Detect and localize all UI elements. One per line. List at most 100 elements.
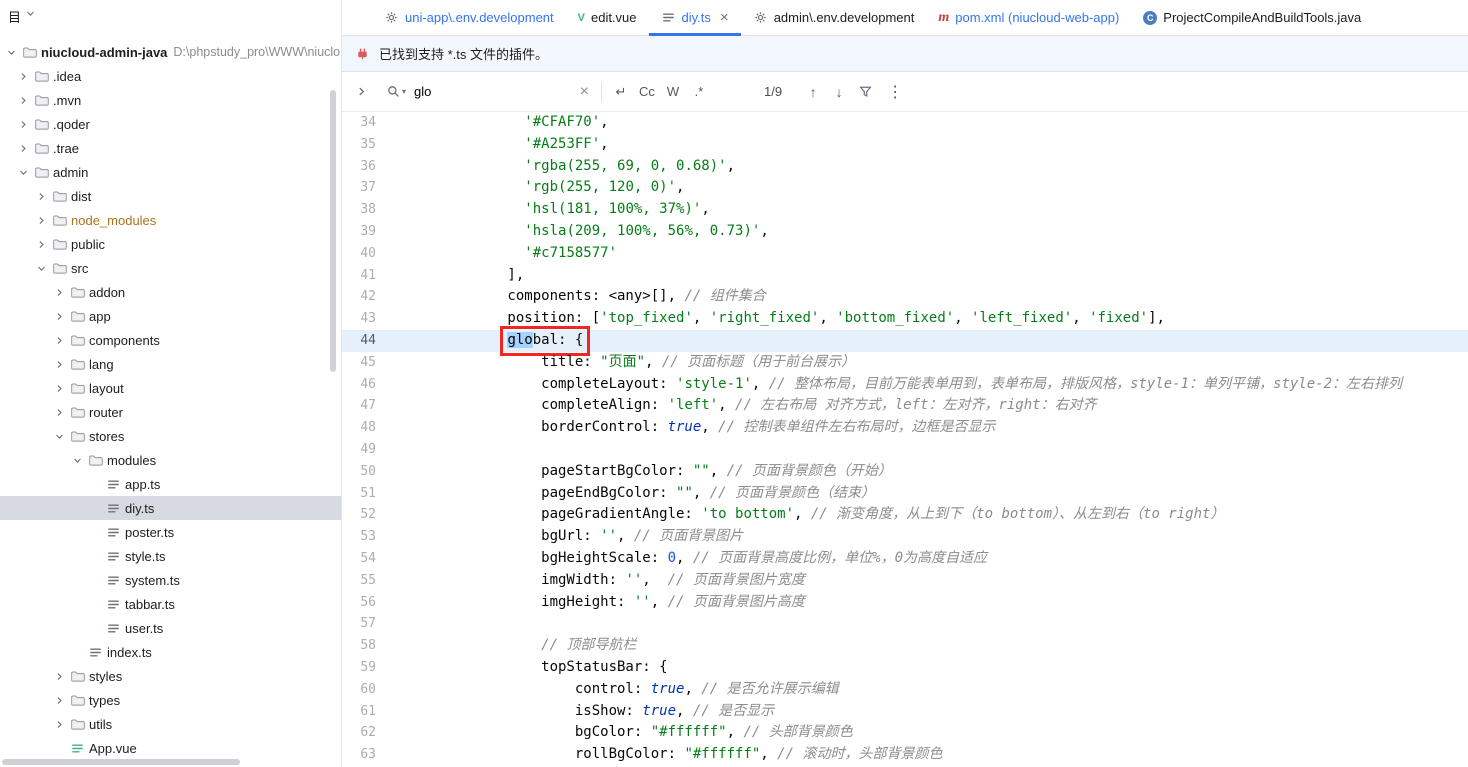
tree-item-index-ts[interactable]: index.ts (0, 640, 341, 664)
line-number: 61 (342, 701, 376, 723)
tree-item-qoder[interactable]: .qoder (0, 112, 341, 136)
code-line-41: 41 ], (342, 265, 1468, 287)
code-text: '#A253FF', (440, 134, 609, 156)
tree-item-modules[interactable]: modules (0, 448, 341, 472)
line-number: 45 (342, 352, 376, 374)
code-text: 'hsl(181, 100%, 37%)', (440, 199, 710, 221)
tree-item-public[interactable]: public (0, 232, 341, 256)
tree-item-dist[interactable]: dist (0, 184, 341, 208)
tree-item-router[interactable]: router (0, 400, 341, 424)
chevron-right-icon[interactable] (14, 70, 32, 83)
search-query-input[interactable]: glo (414, 84, 580, 99)
chevron-right-icon[interactable] (14, 118, 32, 131)
editor-tab-uni-app-env-development[interactable]: uni-app\.env.development (372, 0, 566, 35)
tree-item-src[interactable]: src (0, 256, 341, 280)
chevron-right-icon[interactable] (14, 94, 32, 107)
previous-occurrence-icon[interactable]: ↑ (802, 80, 824, 104)
chevron-right-icon[interactable] (14, 142, 32, 155)
editor-tab-diy-ts[interactable]: diy.ts× (649, 0, 741, 35)
code-text: global: { (440, 330, 583, 352)
chevron-right-icon[interactable] (50, 406, 68, 419)
code-text: // 顶部导航栏 (440, 635, 636, 657)
tree-item-node-modules[interactable]: node_modules (0, 208, 341, 232)
chevron-down-icon[interactable] (68, 454, 86, 467)
search-field[interactable]: ▾ glo × (380, 78, 595, 106)
tree-item-idea[interactable]: .idea (0, 64, 341, 88)
chevron-down-icon[interactable] (2, 46, 20, 59)
tree-item-label: public (71, 237, 105, 252)
project-root-row[interactable]: niucloud-admin-java D:\phpstudy_pro\WWW\… (0, 40, 341, 64)
code-line-50: 50 pageStartBgColor: "", // 页面背景颜色（开始） (342, 461, 1468, 483)
tree-item-user-ts[interactable]: user.ts (0, 616, 341, 640)
chevron-right-icon[interactable] (50, 382, 68, 395)
tree-item-tabbar-ts[interactable]: tabbar.ts (0, 592, 341, 616)
editor-tab-projectcompileandbuildtools-java[interactable]: CProjectCompileAndBuildTools.java (1131, 0, 1373, 35)
more-options-icon[interactable]: ⋮ (884, 80, 906, 104)
tree-item-poster-ts[interactable]: poster.ts (0, 520, 341, 544)
code-line-63: 63 rollBgColor: "#ffffff", // 滚动时，头部背景颜色 (342, 744, 1468, 766)
tree-item-utils[interactable]: utils (0, 712, 341, 736)
search-history-chevron-icon[interactable]: ▾ (402, 87, 406, 96)
chevron-right-icon[interactable] (50, 286, 68, 299)
chevron-right-icon[interactable] (50, 358, 68, 371)
code-text: ], (440, 265, 524, 287)
regex-toggle[interactable]: .* (688, 80, 710, 104)
tree-item-mvn[interactable]: .mvn (0, 88, 341, 112)
tree-item-app-ts[interactable]: app.ts (0, 472, 341, 496)
tree-item-style-ts[interactable]: style.ts (0, 544, 341, 568)
newline-icon[interactable]: ↵ (610, 80, 632, 104)
close-tab-icon[interactable]: × (720, 10, 729, 25)
code-editor[interactable]: 34 '#CFAF70',35 '#A253FF',36 'rgba(255, … (342, 112, 1468, 767)
chevron-down-icon[interactable] (14, 166, 32, 179)
folder-icon (86, 453, 104, 468)
chevron-right-icon[interactable] (32, 214, 50, 227)
filter-icon[interactable] (854, 80, 876, 104)
folder-icon (68, 693, 86, 708)
chevron-right-icon[interactable] (50, 718, 68, 731)
tree-item-trae[interactable]: .trae (0, 136, 341, 160)
tree-item-addon[interactable]: addon (0, 280, 341, 304)
tree-item-diy-ts[interactable]: diy.ts (0, 496, 341, 520)
tree-item-types[interactable]: types (0, 688, 341, 712)
editor-tab-admin-env-development[interactable]: admin\.env.development (741, 0, 927, 35)
tree-item-lang[interactable]: lang (0, 352, 341, 376)
project-tree: .idea.mvn.qoder.traeadmindistnode_module… (0, 64, 341, 760)
chevron-right-icon[interactable] (50, 310, 68, 323)
match-count: 1/9 (764, 84, 782, 99)
project-panel-horizontal-scrollbar[interactable] (2, 759, 240, 765)
chevron-down-icon[interactable] (32, 262, 50, 275)
clear-search-icon[interactable]: × (580, 83, 589, 101)
folder-icon (32, 165, 50, 180)
chevron-right-icon[interactable] (32, 190, 50, 203)
vue-file-icon (68, 741, 86, 756)
line-number: 44 (342, 330, 376, 352)
tree-item-system-ts[interactable]: system.ts (0, 568, 341, 592)
line-number: 48 (342, 417, 376, 439)
code-line-39: 39 'hsla(209, 100%, 56%, 0.73)', (342, 221, 1468, 243)
line-number: 60 (342, 679, 376, 701)
tree-item-app-vue[interactable]: App.vue (0, 736, 341, 760)
project-panel-header[interactable]: 目 (0, 0, 341, 40)
editor-tab-pom-xml-niucloud-web-app[interactable]: mpom.xml (niucloud-web-app) (926, 0, 1131, 35)
chevron-right-icon[interactable] (50, 670, 68, 683)
tree-item-stores[interactable]: stores (0, 424, 341, 448)
chevron-down-icon[interactable] (50, 430, 68, 443)
tree-item-layout[interactable]: layout (0, 376, 341, 400)
tree-item-app[interactable]: app (0, 304, 341, 328)
folder-icon (68, 429, 86, 444)
tree-item-components[interactable]: components (0, 328, 341, 352)
match-case-toggle[interactable]: Cc (636, 80, 658, 104)
expand-search-icon[interactable] (350, 80, 372, 104)
chevron-right-icon[interactable] (50, 694, 68, 707)
chevron-right-icon[interactable] (50, 334, 68, 347)
maven-icon: m (938, 10, 949, 26)
project-panel-vertical-scrollbar[interactable] (330, 90, 336, 372)
editor-tab-edit-vue[interactable]: Vedit.vue (566, 0, 649, 35)
tree-item-admin[interactable]: admin (0, 160, 341, 184)
chevron-right-icon[interactable] (32, 238, 50, 251)
words-toggle[interactable]: W (662, 80, 684, 104)
code-text: imgHeight: '', // 页面背景图片高度 (440, 592, 805, 614)
next-occurrence-icon[interactable]: ↓ (828, 80, 850, 104)
tree-item-styles[interactable]: styles (0, 664, 341, 688)
folder-icon (32, 69, 50, 84)
